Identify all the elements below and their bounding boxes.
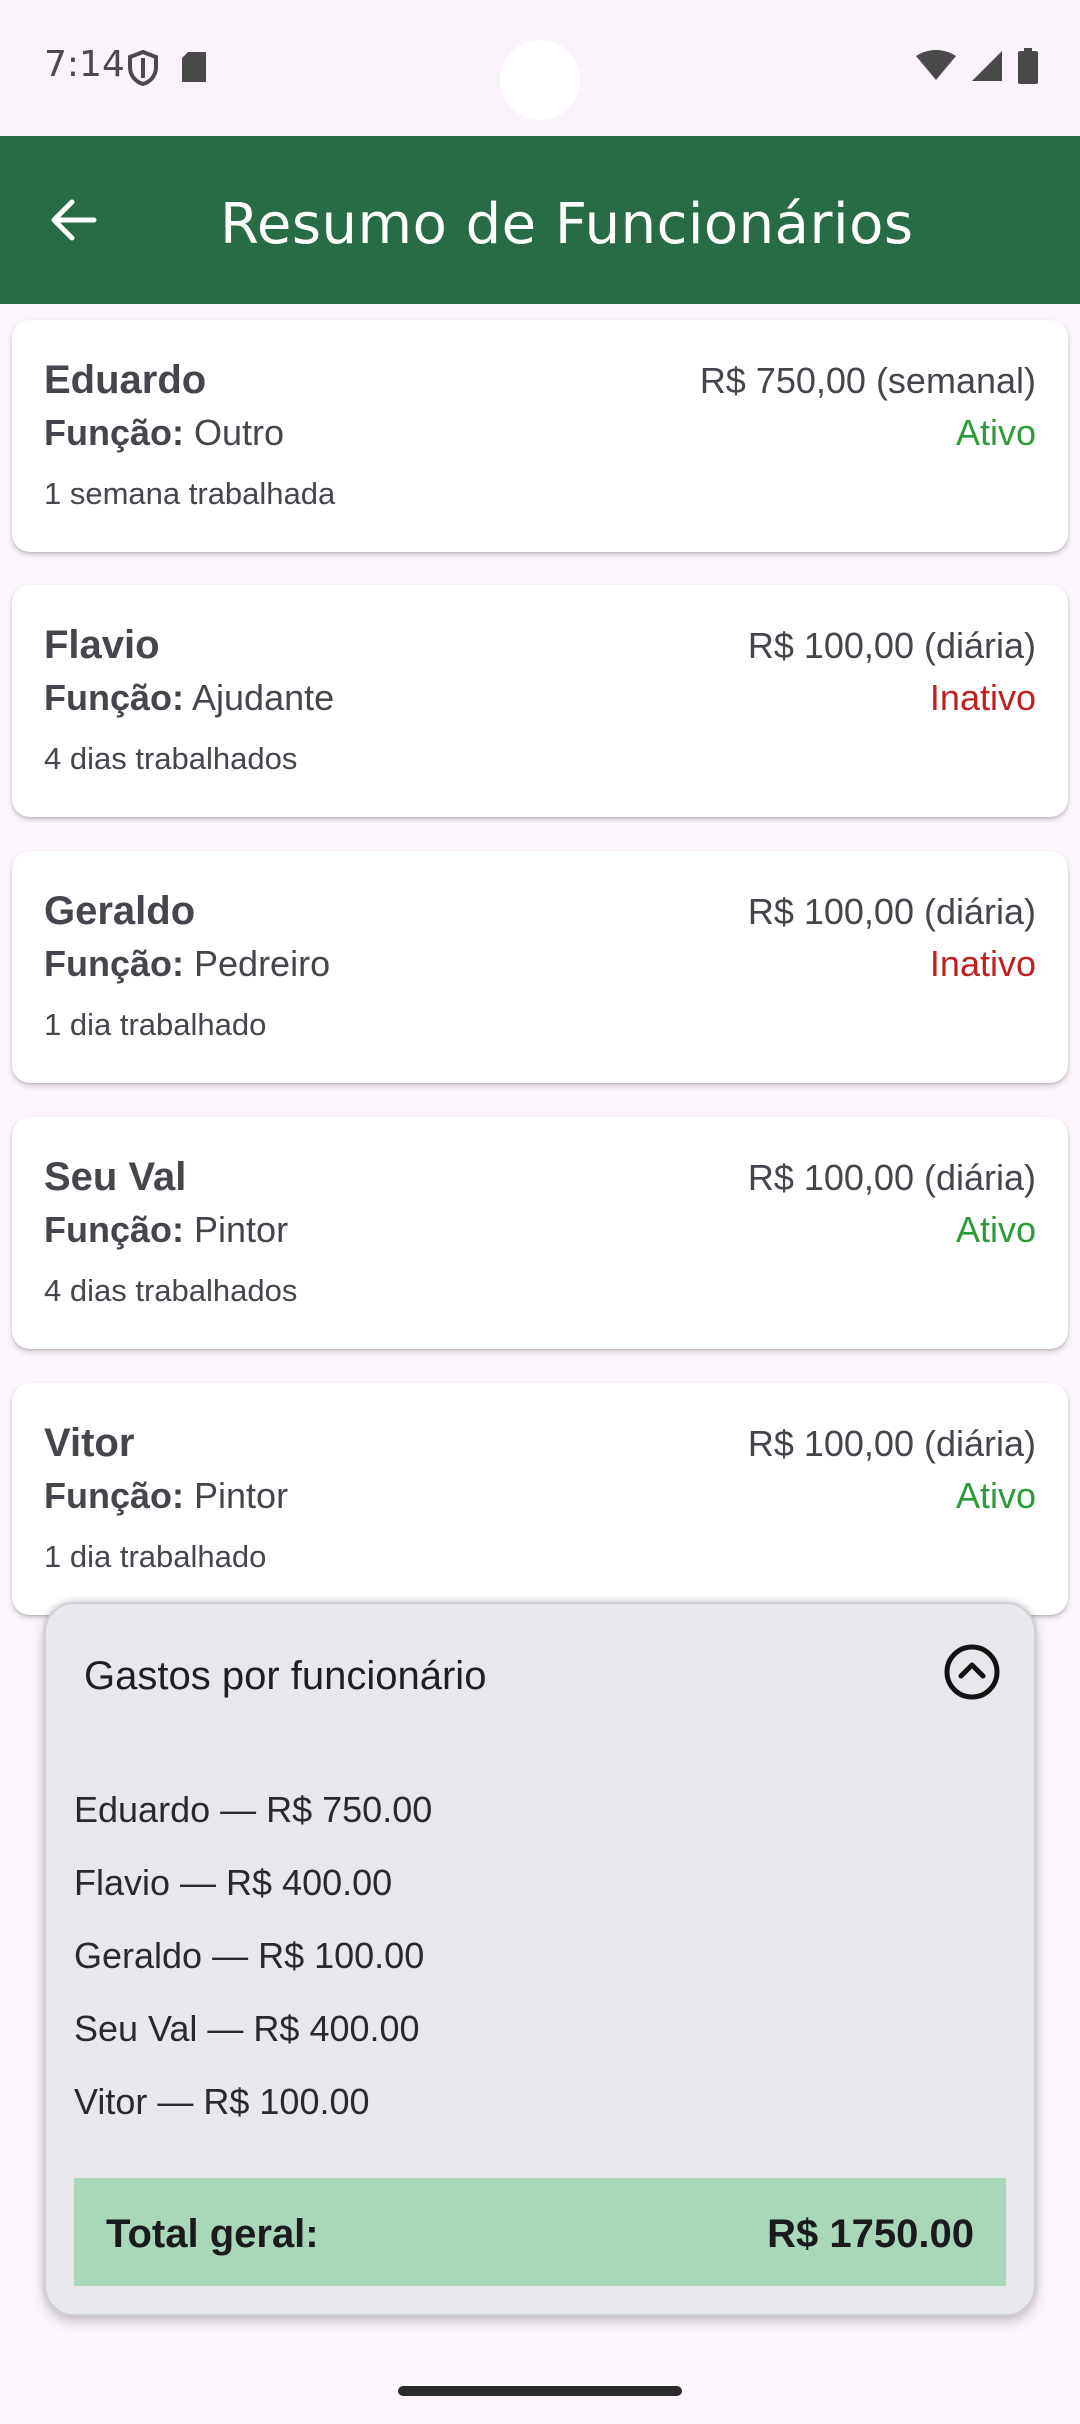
employee-name: Geraldo bbox=[44, 889, 196, 933]
back-button[interactable] bbox=[34, 182, 114, 262]
shield-icon bbox=[128, 49, 158, 91]
signal-icon bbox=[970, 49, 1004, 88]
role-value: Pintor bbox=[194, 1475, 289, 1516]
list-item: Flavio — R$ 400.00 bbox=[74, 1862, 393, 1903]
arrow-back-icon bbox=[50, 198, 98, 247]
role-value: Pintor bbox=[194, 1209, 289, 1250]
employee-pay: R$ 100,00 (diária) bbox=[747, 891, 1036, 932]
status-badge: Ativo bbox=[955, 1209, 1036, 1250]
employee-pay: R$ 100,00 (diária) bbox=[747, 625, 1036, 666]
employee-pay: R$ 100,00 (diária) bbox=[747, 1157, 1036, 1198]
total-value: R$ 1750.00 bbox=[767, 2212, 974, 2256]
employee-pay: R$ 750,00 (semanal) bbox=[699, 360, 1036, 401]
top-app-bar: Resumo de Funcionários bbox=[0, 136, 1080, 304]
role-value: Ajudante bbox=[192, 677, 335, 718]
employee-card[interactable]: Eduardo Função: Outro 1 semana trabalhad… bbox=[12, 320, 1068, 552]
chevron-up-circle-icon bbox=[943, 1643, 1001, 1706]
role-label: Função: bbox=[44, 677, 184, 718]
status-badge: Inativo bbox=[929, 677, 1036, 718]
employee-role: Função: Outro bbox=[44, 412, 284, 454]
role-label: Função: bbox=[44, 1475, 184, 1516]
employee-name: Seu Val bbox=[44, 1155, 187, 1199]
employee-name: Flavio bbox=[44, 623, 160, 667]
expenses-summary-panel: Gastos por funcionário Eduardo — R$ 750.… bbox=[44, 1602, 1036, 2316]
role-label: Função: bbox=[44, 943, 184, 984]
role-value: Outro bbox=[194, 412, 285, 453]
days-worked: 1 semana trabalhada bbox=[44, 476, 336, 511]
employee-role: Função: Pedreiro bbox=[44, 943, 330, 985]
camera-cutout bbox=[500, 40, 580, 120]
days-worked: 4 dias trabalhados bbox=[44, 741, 298, 776]
list-item: Geraldo — R$ 100.00 bbox=[74, 1935, 425, 1976]
days-worked: 1 dia trabalhado bbox=[44, 1539, 267, 1574]
battery-icon bbox=[1018, 48, 1038, 89]
page-title: Resumo de Funcionários bbox=[220, 192, 914, 257]
total-label: Total geral: bbox=[106, 2212, 319, 2256]
list-item: Seu Val — R$ 400.00 bbox=[74, 2008, 420, 2049]
status-bar: 7:14 bbox=[0, 0, 1080, 136]
role-value: Pedreiro bbox=[194, 943, 331, 984]
status-badge: Inativo bbox=[929, 943, 1036, 984]
list-item: Vitor — R$ 100.00 bbox=[74, 2081, 370, 2122]
summary-title: Gastos por funcionário bbox=[84, 1654, 487, 1698]
employee-card[interactable]: Flavio Função: Ajudante 4 dias trabalhad… bbox=[12, 585, 1068, 817]
employee-role: Função: Pintor bbox=[44, 1475, 288, 1517]
employee-card[interactable]: Seu Val Função: Pintor 4 dias trabalhado… bbox=[12, 1117, 1068, 1349]
expense-list: Eduardo — R$ 750.00 Flavio — R$ 400.00 G… bbox=[74, 1790, 432, 2155]
role-label: Função: bbox=[44, 1209, 184, 1250]
employee-card[interactable]: Geraldo Função: Pedreiro 1 dia trabalhad… bbox=[12, 851, 1068, 1083]
home-indicator[interactable] bbox=[398, 2386, 682, 2396]
list-item: Eduardo — R$ 750.00 bbox=[74, 1789, 433, 1830]
employee-name: Vitor bbox=[44, 1421, 135, 1465]
wifi-icon bbox=[916, 50, 956, 87]
employee-card[interactable]: Vitor Função: Pintor 1 dia trabalhado R$… bbox=[12, 1383, 1068, 1615]
collapse-button[interactable] bbox=[940, 1642, 1004, 1706]
sd-card-icon bbox=[180, 50, 208, 91]
total-bar: Total geral: R$ 1750.00 bbox=[74, 2178, 1006, 2286]
role-label: Função: bbox=[44, 412, 184, 453]
status-badge: Ativo bbox=[955, 412, 1036, 453]
employee-role: Função: Ajudante bbox=[44, 677, 334, 719]
status-time: 7:14 bbox=[44, 44, 125, 85]
employee-name: Eduardo bbox=[44, 358, 207, 402]
days-worked: 1 dia trabalhado bbox=[44, 1007, 267, 1042]
days-worked: 4 dias trabalhados bbox=[44, 1273, 298, 1308]
employee-role: Função: Pintor bbox=[44, 1209, 288, 1251]
employee-pay: R$ 100,00 (diária) bbox=[747, 1423, 1036, 1464]
status-badge: Ativo bbox=[955, 1475, 1036, 1516]
